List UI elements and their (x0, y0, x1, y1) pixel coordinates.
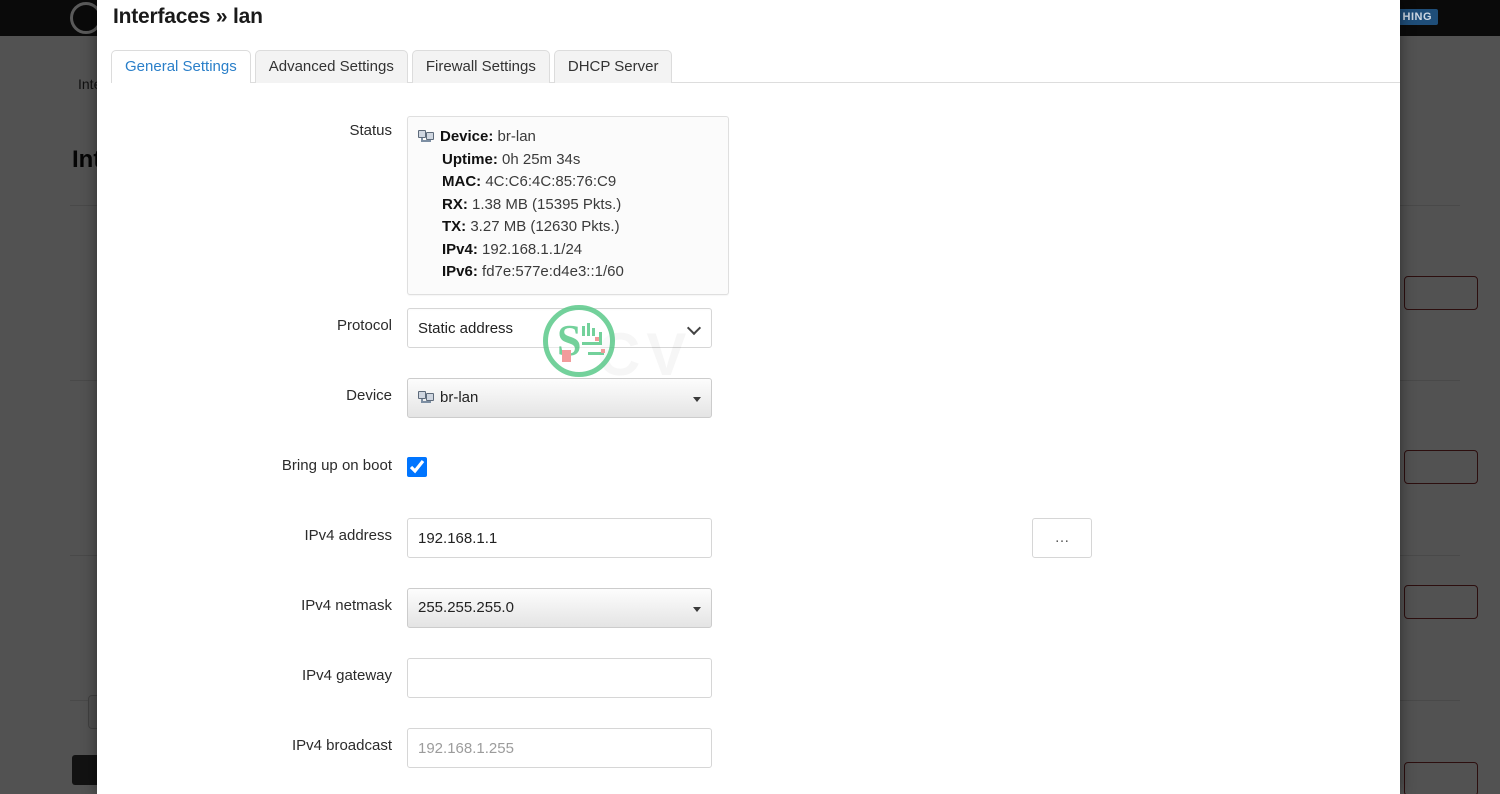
form-row-ipv4-netmask: IPv4 netmask 255.255.255.0 (97, 585, 1400, 655)
tab-firewall-settings[interactable]: Firewall Settings (411, 50, 550, 83)
form-row-device: Device br-lan (97, 375, 1400, 445)
status-value: 0h 25m 34s (502, 150, 581, 168)
chevron-down-icon (693, 607, 701, 612)
device-select-value: br-lan (440, 389, 479, 406)
ipv4-netmask-select[interactable]: 255.255.255.0 (407, 588, 712, 628)
status-key: TX: (442, 218, 467, 235)
form-row-status: Status Device: br-lan Uptime: 0h 25m 34s (97, 100, 1400, 305)
status-value: br-lan (497, 128, 536, 145)
tab-dhcp-server[interactable]: DHCP Server (553, 50, 673, 83)
ipv4-address-expand-button[interactable]: … (1032, 518, 1092, 558)
status-line-ipv4: IPv4: 192.168.1.1/24 (418, 239, 718, 262)
device-select[interactable]: br-lan (407, 378, 712, 418)
status-key: Device: (440, 128, 494, 145)
protocol-label: Protocol (336, 317, 392, 334)
status-box: Device: br-lan Uptime: 0h 25m 34s MAC: 4… (407, 116, 729, 295)
page-root: HING Interfaces Interfaces Interfaces » … (0, 0, 1500, 794)
form-row-ipv4-broadcast: IPv4 broadcast (97, 725, 1400, 794)
interface-settings-modal: Interfaces » lan General Settings Advanc… (97, 0, 1400, 794)
status-line-tx: TX: 3.27 MB (12630 Pkts.) (418, 216, 718, 239)
status-line-ipv6: IPv6: fd7e:577e:d4e3::1/60 (418, 261, 718, 284)
protocol-select[interactable]: Static address (407, 308, 712, 348)
status-label: Status (349, 122, 392, 139)
status-value: fd7e:577e:d4e3::1/60 (482, 263, 624, 280)
bring-up-on-boot-label: Bring up on boot (281, 457, 392, 474)
general-settings-form: Status Device: br-lan Uptime: 0h 25m 34s (97, 100, 1400, 794)
status-line-rx: RX: 1.38 MB (15395 Pkts.) (418, 194, 718, 217)
ethernet-device-icon (418, 391, 435, 404)
modal-title: Interfaces » lan (113, 5, 263, 28)
status-value: 3.27 MB (12630 Pkts.) (470, 218, 620, 235)
ipv4-gateway-label: IPv4 gateway (301, 667, 392, 684)
form-row-ipv4-address: IPv4 address … (97, 515, 1400, 585)
ipv4-address-input[interactable] (407, 518, 712, 558)
form-row-protocol: Protocol Static address (97, 305, 1400, 375)
status-key: RX: (442, 195, 468, 213)
status-key: IPv6: (442, 263, 478, 280)
status-key: Uptime: (442, 150, 498, 168)
ipv4-broadcast-label: IPv4 broadcast (291, 737, 392, 754)
status-line-mac: MAC: 4C:C6:4C:85:76:C9 (418, 171, 718, 194)
ipv4-gateway-input[interactable] (407, 658, 712, 698)
ipv4-broadcast-input[interactable] (407, 728, 712, 768)
ethernet-device-icon (418, 130, 435, 143)
status-line-uptime: Uptime: 0h 25m 34s (418, 149, 718, 172)
status-value: 4C:C6:4C:85:76:C9 (485, 173, 617, 190)
form-row-bring-up-on-boot: Bring up on boot (97, 445, 1400, 515)
status-value: 1.38 MB (15395 Pkts.) (472, 195, 622, 213)
form-row-ipv4-gateway: IPv4 gateway (97, 655, 1400, 725)
status-key: MAC: (442, 173, 482, 190)
status-value: 192.168.1.1/24 (482, 240, 583, 258)
bring-up-on-boot-checkbox[interactable] (407, 457, 427, 477)
device-label: Device (346, 387, 392, 404)
ipv4-netmask-value: 255.255.255.0 (418, 599, 514, 616)
chevron-down-icon (693, 397, 701, 402)
ipv4-address-label: IPv4 address (304, 527, 392, 544)
status-line-device: Device: br-lan (418, 126, 718, 149)
tab-advanced-settings[interactable]: Advanced Settings (254, 50, 408, 83)
tab-general-settings[interactable]: General Settings (111, 50, 251, 84)
status-badge: HING (1396, 9, 1438, 25)
tab-bar: General Settings Advanced Settings Firew… (111, 50, 1400, 84)
status-key: IPv4: (442, 240, 478, 258)
ipv4-netmask-label: IPv4 netmask (301, 597, 392, 614)
